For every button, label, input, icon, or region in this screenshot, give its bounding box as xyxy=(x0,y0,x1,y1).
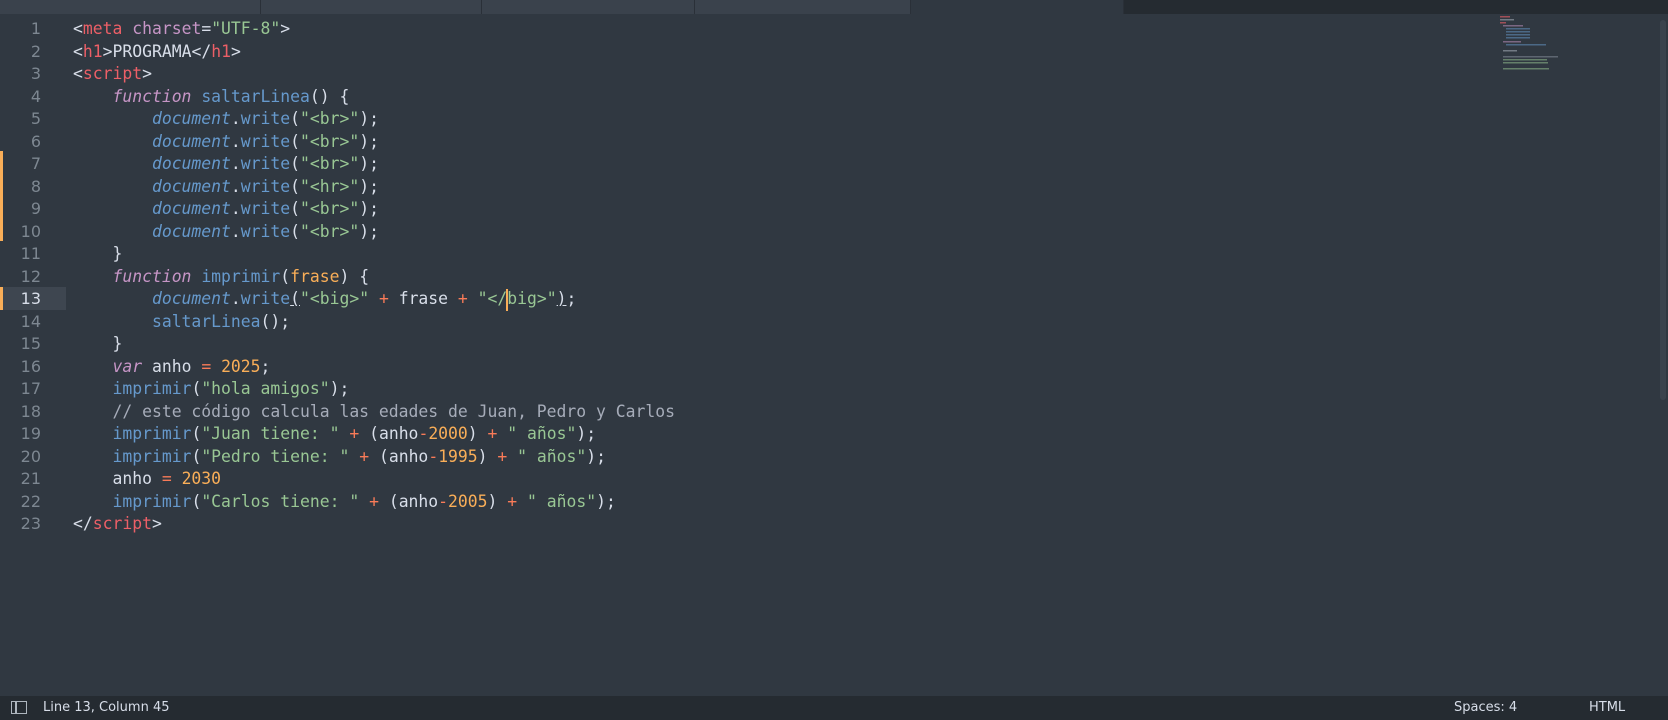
line-number: 16 xyxy=(20,356,41,376)
code-line: document.write("<br>"); xyxy=(151,199,379,218)
code-line: var anho = 2025; xyxy=(112,356,271,376)
tab-bar xyxy=(0,0,1668,14)
code-line: // este código calcula las edades de Jua… xyxy=(112,401,675,421)
vertical-scrollbar[interactable] xyxy=(1660,20,1666,400)
line-number-current: 13 xyxy=(20,289,41,308)
code-line-current: document.write("<big>" + frase + "</big>… xyxy=(73,288,576,311)
line-number: 9 xyxy=(30,199,41,218)
code-line: imprimir("Juan tiene: " + (anho-2000) + … xyxy=(112,424,597,443)
minimap-preview xyxy=(1500,16,1558,70)
code-line: <h1>PROGRAMA</h1> xyxy=(73,41,241,61)
code-line: } xyxy=(73,244,123,263)
code-line: <script> xyxy=(73,64,152,83)
code-line: imprimir("Pedro tiene: " + (anho-1995) +… xyxy=(112,446,606,466)
code-line: document.write("<br>"); xyxy=(151,221,379,241)
line-number: 12 xyxy=(20,266,41,286)
code-line: saltarLinea(); xyxy=(151,311,291,331)
tab-4[interactable] xyxy=(695,0,911,14)
line-number: 11 xyxy=(20,244,41,263)
line-number: 3 xyxy=(30,64,41,83)
line-number: 6 xyxy=(30,131,41,151)
code-line: function saltarLinea() { xyxy=(112,86,350,106)
line-number: 21 xyxy=(20,469,41,488)
indentation-setting[interactable]: Spaces: 4 xyxy=(1454,700,1517,715)
line-number: 22 xyxy=(20,491,41,511)
line-number: 4 xyxy=(30,86,41,106)
sidebar-toggle-icon[interactable] xyxy=(11,701,27,714)
gutter: 1 2 3 4 5 6 7 8 9 10 11 12 13 14 15 16 1… xyxy=(0,14,66,696)
code-line: imprimir("hola amigos"); xyxy=(112,379,350,398)
code-line: anho = 2030 xyxy=(73,469,222,488)
code-line: </script> xyxy=(73,514,162,533)
tab-1[interactable] xyxy=(0,0,261,14)
code-line: <meta charset="UTF-8"> xyxy=(73,19,291,38)
code-area[interactable]: <meta charset="UTF-8"> <h1>PROGRAMA</h1>… xyxy=(73,14,1668,696)
code-line: document.write("<br>"); xyxy=(151,154,379,173)
line-number: 14 xyxy=(20,311,41,331)
code-line: document.write("<br>"); xyxy=(151,109,379,128)
tab-2[interactable] xyxy=(261,0,482,14)
line-number: 7 xyxy=(30,154,41,173)
text-cursor xyxy=(506,288,509,311)
line-number: 5 xyxy=(30,109,41,128)
line-number: 15 xyxy=(20,334,41,353)
line-number: 20 xyxy=(20,446,41,466)
code-line: } xyxy=(73,334,123,353)
syntax-selector[interactable]: HTML xyxy=(1589,700,1625,715)
line-number: 1 xyxy=(30,19,41,38)
line-number: 10 xyxy=(20,221,41,241)
line-number: 2 xyxy=(30,41,41,61)
tab-3[interactable] xyxy=(482,0,695,14)
code-line: document.write("<hr>"); xyxy=(151,176,379,196)
line-number: 17 xyxy=(20,379,41,398)
cursor-position[interactable]: Line 13, Column 45 xyxy=(43,700,170,715)
status-bar: Line 13, Column 45 Spaces: 4 HTML xyxy=(0,696,1668,720)
line-number: 18 xyxy=(20,401,41,421)
editor[interactable]: 1 2 3 4 5 6 7 8 9 10 11 12 13 14 15 16 1… xyxy=(0,14,1668,696)
code-line: document.write("<br>"); xyxy=(151,131,379,151)
code-line: function imprimir(frase) { xyxy=(112,266,370,286)
line-number: 8 xyxy=(30,176,41,196)
minimap[interactable] xyxy=(1500,14,1570,74)
code-line: imprimir("Carlos tiene: " + (anho-2005) … xyxy=(112,491,616,511)
line-number: 23 xyxy=(20,514,41,533)
line-number: 19 xyxy=(20,424,41,443)
tab-5-active[interactable] xyxy=(911,0,1124,14)
